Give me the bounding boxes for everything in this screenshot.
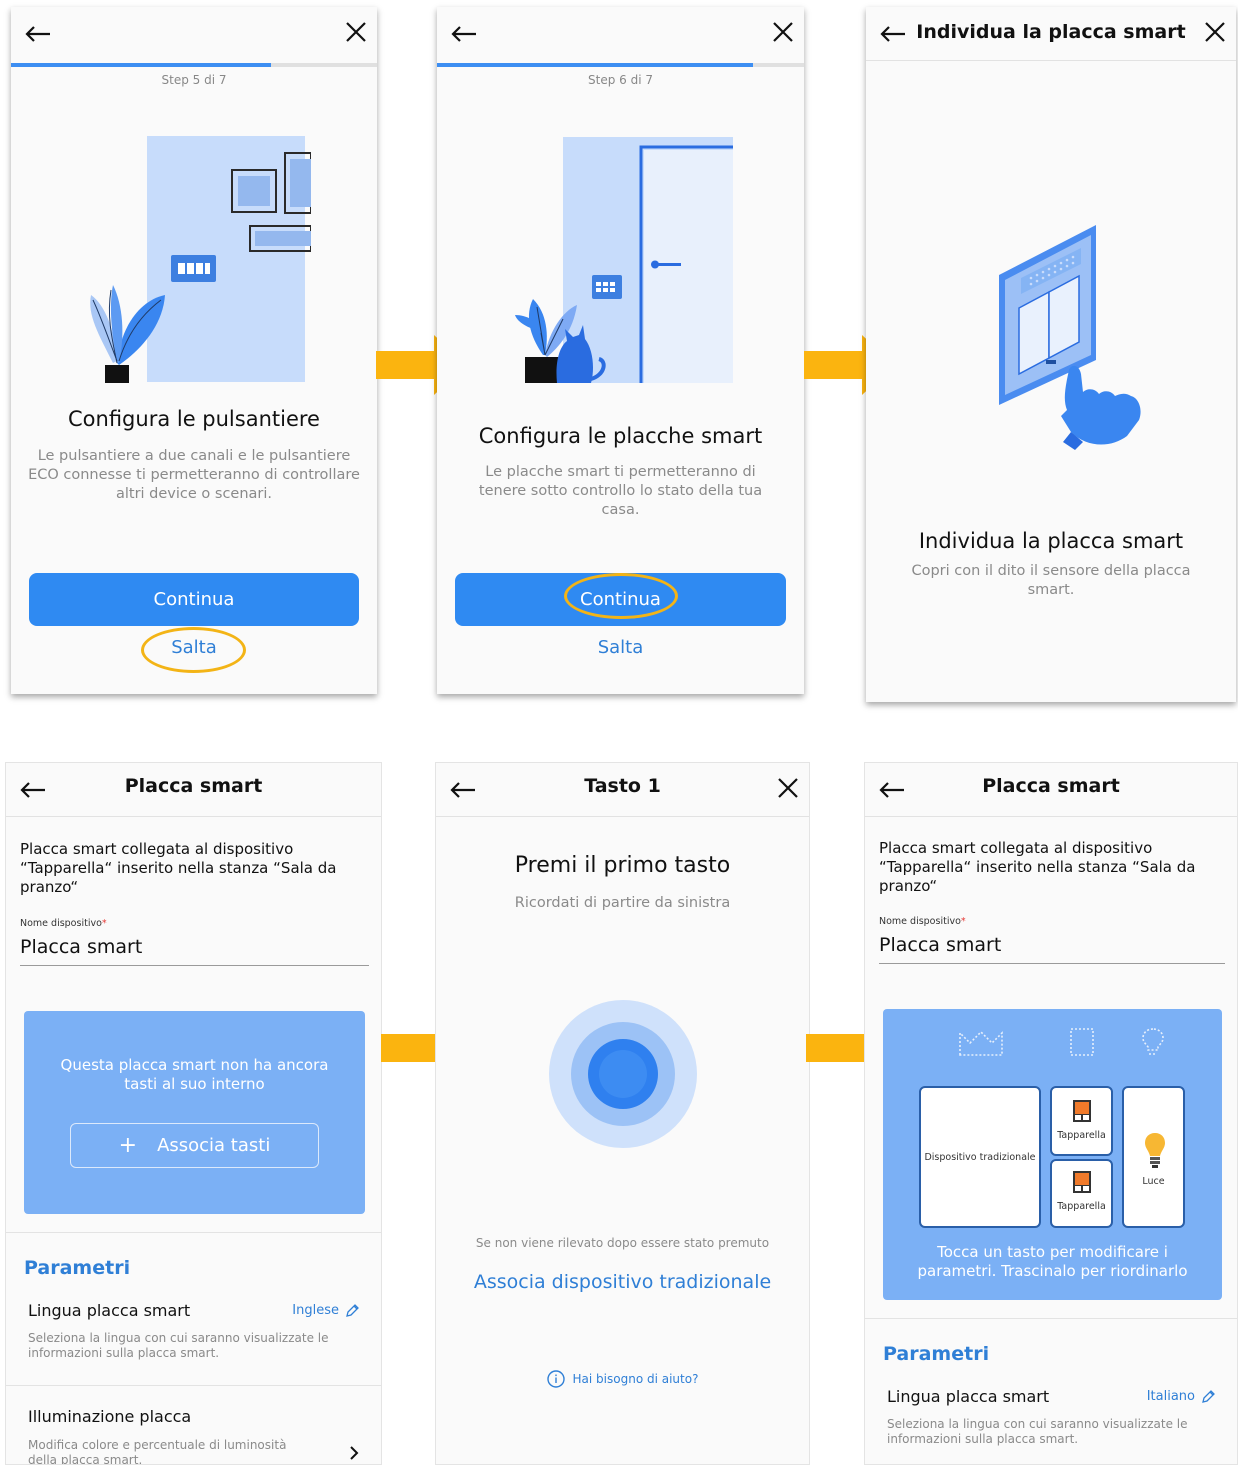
pencil-icon: [1202, 1389, 1215, 1403]
top-bar: Placca smart: [865, 763, 1237, 817]
screen-press-first-key: Tasto 1 Premi il primo tasto Ricordati d…: [435, 762, 810, 1465]
language-value: Inglese: [292, 1303, 339, 1318]
help-link[interactable]: Hai bisogno di aiuto?: [436, 1370, 809, 1388]
language-value-button[interactable]: Inglese: [292, 1303, 359, 1318]
top-bar: [437, 7, 804, 61]
language-value: Italiano: [1146, 1389, 1195, 1404]
divider: [6, 1385, 381, 1386]
field-underline: [879, 963, 1225, 964]
screen-smart-plate-empty: Placca smart Placca smart collegata al d…: [5, 762, 382, 1465]
device-name-field[interactable]: Placca smart: [20, 936, 142, 958]
screen-title: Tasto 1: [584, 775, 661, 797]
heading: Configura le placche smart: [478, 424, 763, 448]
key-traditional-label: Dispositivo tradizionale: [924, 1152, 1036, 1163]
skip-link[interactable]: Salta: [11, 637, 377, 658]
skip-link[interactable]: Salta: [437, 637, 804, 658]
top-bar: [11, 7, 377, 61]
heading: Individua la placca smart: [918, 529, 1184, 553]
detection-hint: Se non viene rilevato dopo essere stato …: [475, 1236, 770, 1250]
screen-title: Individua la placca smart: [916, 21, 1186, 43]
divider: [6, 1232, 381, 1233]
touch-sensor-illustration: [999, 225, 1141, 450]
device-name-label: Nome dispositivo*: [20, 918, 107, 929]
screen-title: Placca smart: [124, 775, 263, 797]
language-param-title: Lingua placca smart: [887, 1387, 1050, 1406]
info-icon: [546, 1370, 565, 1388]
progress-fill: [437, 63, 753, 67]
language-param-desc: Seleziona la lingua con cui saranno visu…: [28, 1331, 329, 1360]
continue-button[interactable]: Continua: [29, 573, 359, 626]
shutter-icon: [1073, 1100, 1091, 1122]
field-underline: [20, 965, 369, 966]
crown-icon: [959, 1030, 1003, 1056]
params-title: Parametri: [883, 1343, 990, 1365]
progress-bar: [437, 63, 804, 67]
screen-configure-smart-plates: Step 6 di 7 Configura le placche smart L…: [437, 7, 804, 694]
progress-fill: [11, 63, 271, 67]
help-label: Hai bisogno di aiuto?: [572, 1372, 699, 1386]
lighting-param-desc: Modifica colore e percentuale di luminos…: [28, 1438, 287, 1465]
card-hint: Tocca un tasto per modificare i parametr…: [917, 1243, 1188, 1280]
top-bar: Tasto 1: [436, 763, 809, 817]
press-indicator-icon: [549, 1000, 697, 1148]
key-light-label: Luce: [1142, 1176, 1165, 1187]
no-keys-message: Questa placca smart non ha ancora tasti …: [60, 1056, 329, 1093]
chevron-right-icon[interactable]: [349, 1445, 359, 1461]
plus-icon: +: [118, 1133, 138, 1158]
close-icon[interactable]: [772, 21, 794, 43]
associate-keys-label: Associa tasti: [157, 1135, 271, 1156]
close-icon[interactable]: [345, 21, 367, 43]
device-name-field[interactable]: Placca smart: [879, 934, 1001, 956]
divider: [865, 1318, 1237, 1319]
smart-plate-illustration: [515, 137, 733, 383]
screen-smart-plate-keys: Placca smart Placca smart collegata al d…: [864, 762, 1238, 1465]
language-param-desc: Seleziona la lingua con cui saranno visu…: [887, 1417, 1188, 1446]
keys-card: Questa placca smart non ha ancora tasti …: [24, 1011, 365, 1214]
language-param-title: Lingua placca smart: [28, 1301, 191, 1320]
bulb-icon: [1145, 1133, 1165, 1168]
connection-info: Placca smart collegata al dispositivo “T…: [879, 839, 1196, 895]
language-value-button[interactable]: Italiano: [1147, 1389, 1215, 1404]
shutter-icon: [1073, 1171, 1091, 1193]
top-bar: Placca smart: [6, 763, 381, 817]
associate-traditional-link[interactable]: Associa dispositivo tradizionale: [436, 1271, 809, 1293]
description: Le placche smart ti permetteranno di ten…: [478, 464, 763, 518]
heading: Configura le pulsantiere: [68, 407, 320, 431]
description: Copri con il dito il sensore della placc…: [911, 563, 1191, 598]
connection-info: Placca smart collegata al dispositivo “T…: [20, 840, 337, 896]
back-arrow-icon[interactable]: [880, 25, 906, 43]
lighting-param-title[interactable]: Illuminazione placca: [28, 1407, 191, 1426]
key-light[interactable]: Luce: [1122, 1086, 1185, 1228]
key-shutter-top[interactable]: Tapparella: [1050, 1086, 1113, 1156]
screen-configure-keypads: Step 5 di 7 Configura le pulsantiere Le …: [11, 7, 377, 694]
close-icon[interactable]: [777, 777, 799, 799]
continue-button[interactable]: Continua: [455, 573, 786, 626]
back-arrow-icon[interactable]: [25, 25, 51, 43]
keypad-illustration: [90, 136, 311, 383]
bulb-outline-icon: [1142, 1028, 1164, 1055]
params-title: Parametri: [24, 1257, 131, 1279]
keys-card: Dispositivo tradizionale Tapparella Tapp…: [883, 1009, 1222, 1300]
heading: Premi il primo tasto: [514, 853, 731, 878]
top-bar: Individua la placca smart: [866, 7, 1236, 61]
description: Le pulsantiere a due canali e le pulsant…: [28, 448, 360, 502]
step-indicator: Step 6 di 7: [588, 73, 653, 87]
progress-bar: [11, 63, 377, 67]
screen-title: Placca smart: [982, 775, 1120, 797]
device-name-label: Nome dispositivo*: [879, 916, 966, 927]
key-shutter-label: Tapparella: [1057, 1201, 1106, 1212]
pencil-icon: [346, 1303, 359, 1317]
step-indicator: Step 5 di 7: [161, 73, 227, 87]
key-shutter-bottom[interactable]: Tapparella: [1050, 1159, 1113, 1228]
subheading: Ricordati di partire da sinistra: [514, 895, 731, 911]
back-arrow-icon[interactable]: [451, 25, 477, 43]
key-shutter-label: Tapparella: [1057, 1130, 1106, 1141]
screen-locate-smart-plate: Individua la placca smart Individua la p…: [866, 7, 1236, 702]
associate-keys-button[interactable]: + Associa tasti: [70, 1123, 319, 1168]
square-icon: [1070, 1028, 1094, 1056]
close-icon[interactable]: [1204, 21, 1226, 43]
key-traditional-device[interactable]: Dispositivo tradizionale: [919, 1086, 1041, 1228]
